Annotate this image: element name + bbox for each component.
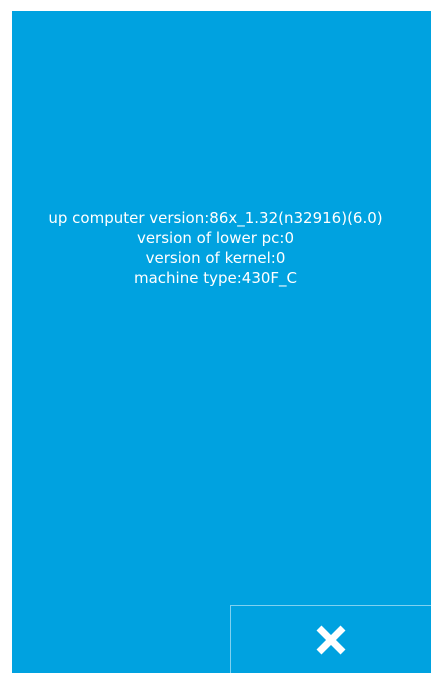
version-info: up computer version:86x_1.32(n32916)(6.0… — [0, 208, 431, 288]
up-computer-version: up computer version:86x_1.32(n32916)(6.0… — [48, 209, 383, 227]
close-button[interactable] — [230, 605, 431, 673]
lower-pc-version: version of lower pc:0 — [136, 229, 295, 247]
machine-type: machine type:430F_C — [133, 269, 298, 287]
about-dialog — [12, 11, 431, 673]
kernel-version: version of kernel:0 — [145, 249, 286, 267]
close-icon — [316, 625, 346, 654]
